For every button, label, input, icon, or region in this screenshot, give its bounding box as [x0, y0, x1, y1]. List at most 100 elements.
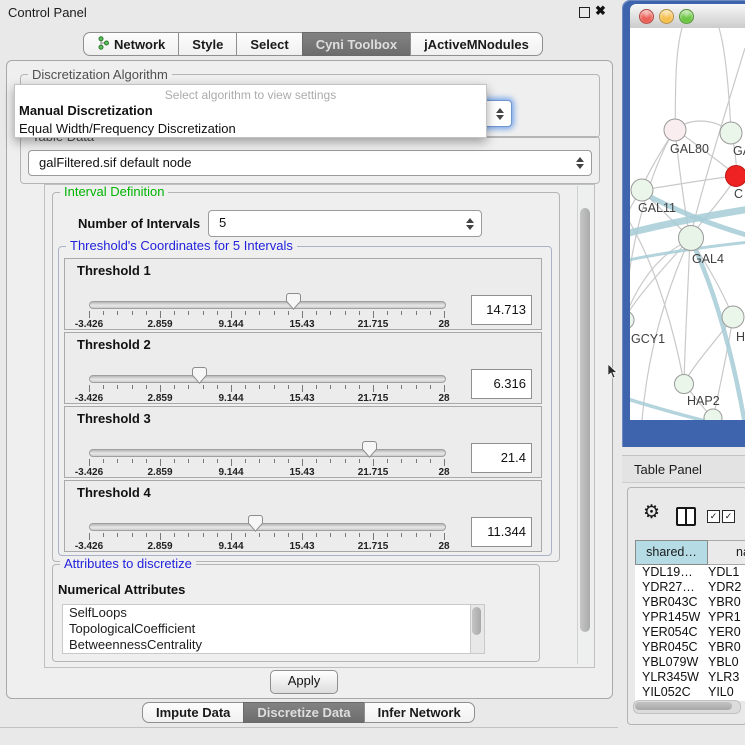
tick-mark: [274, 459, 275, 463]
tab-network[interactable]: Network: [83, 32, 179, 56]
cell-name: YDL1: [708, 565, 739, 579]
slider-thumb[interactable]: [248, 515, 263, 532]
table-row[interactable]: YBR045CYBR0: [635, 640, 745, 655]
tick-mark: [103, 459, 104, 463]
attribute-item-betweennesscentrality[interactable]: BetweennessCentrality: [63, 637, 471, 653]
algorithm-option-equal-width-frequency-discretization[interactable]: Equal Width/Frequency Discretization: [15, 120, 486, 138]
table-row[interactable]: YDR27…YDR2: [635, 580, 745, 595]
tick-mark: [373, 533, 374, 540]
threshold-value-field[interactable]: 21.4: [471, 443, 532, 473]
tick-mark: [188, 385, 189, 389]
combo-stepper-icon: [496, 108, 504, 120]
number-of-intervals-combobox[interactable]: 5: [208, 210, 482, 237]
slider-track[interactable]: [89, 449, 446, 457]
cell-shared-name: YIL052C: [642, 685, 691, 699]
tick-label: -3.426: [75, 319, 103, 330]
table-rows: YDL19…YDL1YDR27…YDR2YBR043CYBR0YPR145WYP…: [635, 565, 745, 700]
tick-mark: [373, 311, 374, 318]
cell-shared-name: YBL079W: [642, 655, 698, 669]
gear-icon[interactable]: ⚙: [643, 503, 660, 522]
tick-mark: [217, 459, 218, 463]
checkbox-icon[interactable]: ✓: [722, 510, 735, 523]
tick-mark: [401, 311, 402, 315]
tick-mark: [330, 385, 331, 389]
slider-track[interactable]: [89, 523, 446, 531]
tick-mark: [132, 385, 133, 389]
slider-thumb[interactable]: [286, 293, 301, 310]
cell-name: YIL0: [708, 685, 734, 699]
tick-label: -3.426: [75, 467, 103, 478]
network-node-hap2[interactable]: [675, 375, 694, 394]
cell-name: YBR0: [708, 595, 741, 609]
network-view-canvas[interactable]: GAL80GACGAL11GAL4GCY1HHAP2: [630, 28, 745, 420]
node-label: GAL80: [670, 142, 709, 156]
settings-scrollbar[interactable]: [577, 186, 593, 664]
table-row[interactable]: YBR043CYBR0: [635, 595, 745, 610]
tick-mark: [259, 311, 260, 315]
column-header-name[interactable]: na: [708, 540, 745, 565]
checkbox-icon[interactable]: ✓: [707, 510, 720, 523]
tick-mark: [217, 533, 218, 537]
attribute-item-topologicalcoefficient[interactable]: TopologicalCoefficient: [63, 621, 471, 637]
threshold-panel-threshold-2: Threshold 2-3.4262.8599.14415.4321.71528…: [64, 332, 542, 404]
table-row[interactable]: YBL079WYBL0: [635, 655, 745, 670]
table-data-combobox[interactable]: galFiltered.sif default node: [28, 150, 592, 176]
attributes-list-scrollbar[interactable]: [470, 604, 485, 654]
tick-mark: [132, 459, 133, 463]
network-node-c[interactable]: [726, 166, 745, 187]
tick-mark: [359, 311, 360, 315]
network-node-h[interactable]: [722, 306, 744, 328]
network-node-gal4[interactable]: [679, 226, 704, 251]
network-node-gcy1[interactable]: [630, 311, 634, 329]
tick-mark: [387, 311, 388, 315]
table-row[interactable]: YPR145WYPR1: [635, 610, 745, 625]
network-window-titlebar[interactable]: [630, 4, 745, 29]
scrollbar-thumb[interactable]: [580, 208, 590, 632]
tab-discretize-data[interactable]: Discretize Data: [243, 702, 364, 723]
table-row[interactable]: YIL052C YIL0: [635, 685, 745, 700]
columns-icon[interactable]: [676, 507, 696, 526]
threshold-value-field[interactable]: 11.344: [471, 517, 532, 547]
tab-impute-data[interactable]: Impute Data: [142, 702, 244, 723]
table-row[interactable]: YER054CYER0: [635, 625, 745, 640]
network-node-gal11[interactable]: [631, 179, 653, 201]
tab-infer-network[interactable]: Infer Network: [364, 702, 475, 723]
slider-thumb[interactable]: [192, 367, 207, 384]
algorithm-option-manual-discretization[interactable]: Manual Discretization: [15, 102, 486, 120]
slider-track[interactable]: [89, 301, 446, 309]
tab-select[interactable]: Select: [236, 32, 302, 56]
tab-jactivemnodules[interactable]: jActiveMNodules: [410, 32, 543, 56]
network-node-gal80[interactable]: [664, 119, 686, 141]
attribute-item-selfloops[interactable]: SelfLoops: [63, 605, 471, 621]
threshold-value-field[interactable]: 14.713: [471, 295, 532, 325]
window-minimize-light[interactable]: [659, 9, 674, 24]
close-icon[interactable]: ✖: [595, 3, 606, 19]
table-horizontal-scrollbar[interactable]: [633, 700, 741, 714]
window-close-light[interactable]: [639, 9, 654, 24]
column-header-shared-name[interactable]: shared…: [635, 540, 708, 565]
slider-thumb[interactable]: [362, 441, 377, 458]
threshold-value-field[interactable]: 6.316: [471, 369, 532, 399]
table-row[interactable]: YLR345WYLR3: [635, 670, 745, 685]
tick-mark: [245, 459, 246, 463]
slider-track[interactable]: [89, 375, 446, 383]
tab-cyni-toolbox[interactable]: Cyni Toolbox: [302, 32, 411, 56]
scrollbar-thumb[interactable]: [472, 607, 481, 635]
number-of-intervals-label: Number of Intervals: [78, 216, 200, 231]
network-node-ga[interactable]: [720, 122, 742, 144]
tick-mark: [316, 533, 317, 537]
table-row[interactable]: YDL19…YDL1: [635, 565, 745, 580]
interval-definition-label: Interval Definition: [60, 185, 168, 198]
tick-label: 2.859: [147, 319, 172, 330]
tick-mark: [288, 385, 289, 389]
float-window-icon[interactable]: [579, 7, 590, 18]
apply-button[interactable]: Apply: [270, 670, 338, 694]
tab-style[interactable]: Style: [178, 32, 237, 56]
tick-mark: [203, 533, 204, 537]
numerical-attributes-list[interactable]: SelfLoopsTopologicalCoefficientBetweenne…: [62, 604, 472, 654]
window-zoom-light[interactable]: [679, 9, 694, 24]
scrollbar-thumb[interactable]: [635, 702, 732, 710]
node-label: HAP2: [687, 394, 720, 408]
threshold-title: Threshold 3: [77, 411, 151, 426]
cell-name: YBR0: [708, 640, 741, 654]
